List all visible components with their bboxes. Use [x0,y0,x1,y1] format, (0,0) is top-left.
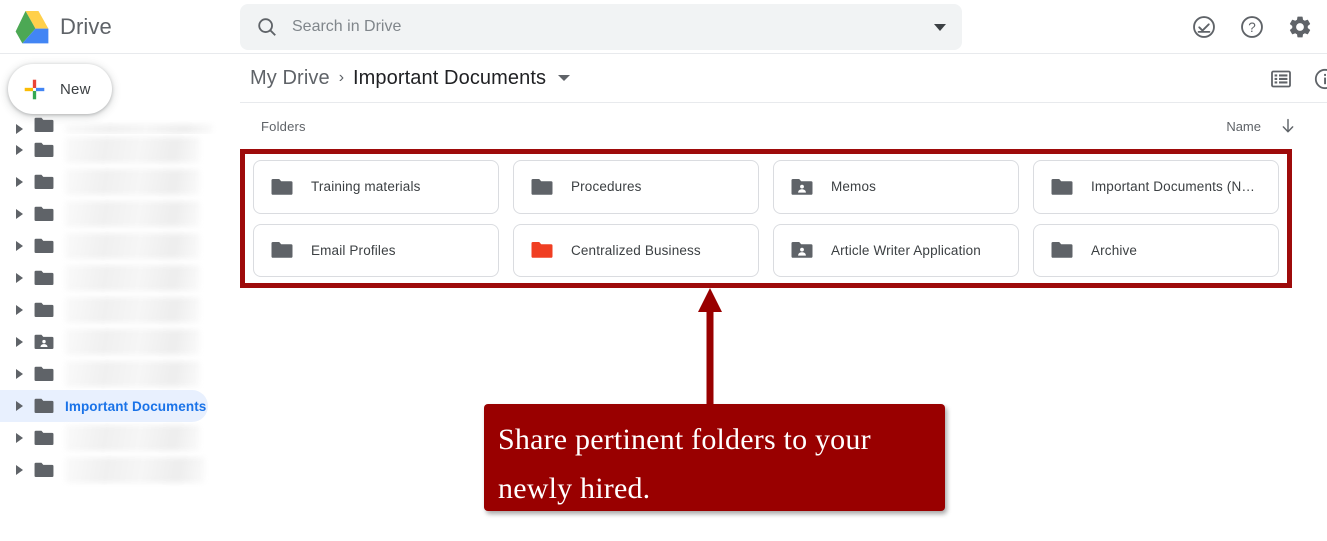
search-area [240,0,962,54]
highlight-frame [240,149,1292,288]
expand-triangle-icon[interactable] [16,241,23,251]
help-icon[interactable]: ? [1239,14,1265,40]
expand-triangle-icon[interactable] [16,401,23,411]
sidebar-item[interactable] [0,422,240,454]
support-icon[interactable] [1191,14,1217,40]
sidebar-item-label-redacted [65,265,200,291]
sidebar-item-label-redacted [65,425,200,451]
google-drive-logo [15,10,49,43]
expand-triangle-icon[interactable] [16,369,23,379]
sidebar-item-label: Important Documents [65,398,207,414]
search-input[interactable] [292,18,920,36]
new-button-label: New [60,80,91,98]
brand-area[interactable]: Drive [0,0,240,54]
breadcrumb-my-drive[interactable]: My Drive [250,67,330,90]
folder-icon [34,462,54,478]
sidebar-item[interactable] [0,358,240,390]
top-actions: ? [1191,0,1313,54]
breadcrumb-chevron-down-icon[interactable] [558,75,571,81]
sidebar-item-label-redacted [65,201,200,227]
search-icon [258,18,276,36]
sidebar-item-label-redacted [65,233,200,259]
expand-triangle-icon[interactable] [16,177,23,187]
folder-shared-icon [34,334,54,350]
sidebar-item-label-redacted [65,124,213,134]
folder-icon [34,206,54,222]
sidebar-item-label-redacted [65,361,200,387]
sidebar-item[interactable] [0,326,240,358]
folder-icon [34,174,54,190]
sort-control[interactable]: Name [1226,117,1297,135]
view-actions [1269,54,1327,103]
sidebar-item-label-redacted [65,169,200,195]
expand-triangle-icon[interactable] [16,433,23,443]
sidebar-item[interactable] [0,294,240,326]
sidebar-item[interactable] [0,454,240,486]
search-box[interactable] [240,4,962,50]
sidebar-item[interactable] [0,112,240,134]
expand-triangle-icon[interactable] [16,337,23,347]
folder-icon [34,430,54,446]
section-title: Folders [261,118,306,134]
sidebar-item-label-redacted [65,457,205,483]
settings-gear-icon[interactable] [1287,14,1313,40]
sidebar-item[interactable] [0,230,240,262]
breadcrumb-current[interactable]: Important Documents [353,67,546,90]
svg-text:?: ? [1248,20,1256,35]
sidebar-item-label-redacted [65,329,200,355]
sidebar-item-important-documents[interactable]: Important Documents [0,390,208,422]
details-info-icon[interactable] [1313,67,1327,91]
sidebar-item[interactable] [0,262,240,294]
arrow-down-icon [1282,118,1294,133]
folder-icon [34,398,54,414]
new-button[interactable]: New [8,64,112,114]
sidebar-item[interactable] [0,134,240,166]
expand-triangle-icon[interactable] [16,273,23,283]
expand-triangle-icon[interactable] [16,465,23,475]
expand-triangle-icon[interactable] [16,209,23,219]
folder-icon [34,117,54,133]
list-view-icon[interactable] [1269,67,1293,91]
annotation-line-2: newly hired. [498,471,651,505]
folder-tree: Important Documents [0,112,240,541]
annotation-callout: Share pertinent folders to your newly hi… [484,404,945,511]
folder-icon [34,238,54,254]
sidebar-item-label-redacted [65,297,200,323]
expand-triangle-icon[interactable] [16,305,23,315]
folder-icon [34,142,54,158]
folder-icon [34,270,54,286]
annotation-arrow-icon [698,288,722,413]
sort-label: Name [1226,118,1261,134]
plus-icon [24,79,45,99]
expand-triangle-icon[interactable] [16,145,23,155]
top-bar: Drive ? [0,0,1327,54]
app-title: Drive [60,13,112,39]
sidebar-item-label-redacted [65,137,200,163]
folder-icon [34,366,54,382]
sidebar-item[interactable] [0,166,240,198]
search-options-icon[interactable] [934,23,946,31]
breadcrumb-separator: › [338,69,345,86]
sidebar-item[interactable] [0,198,240,230]
section-header: Folders Name [240,109,1327,143]
breadcrumb: My Drive › Important Documents [240,54,1327,103]
annotation-line-1: Share pertinent folders to your [498,423,871,456]
folder-icon [34,302,54,318]
sidebar: New Important Documents [0,54,240,541]
expand-triangle-icon[interactable] [16,124,23,134]
